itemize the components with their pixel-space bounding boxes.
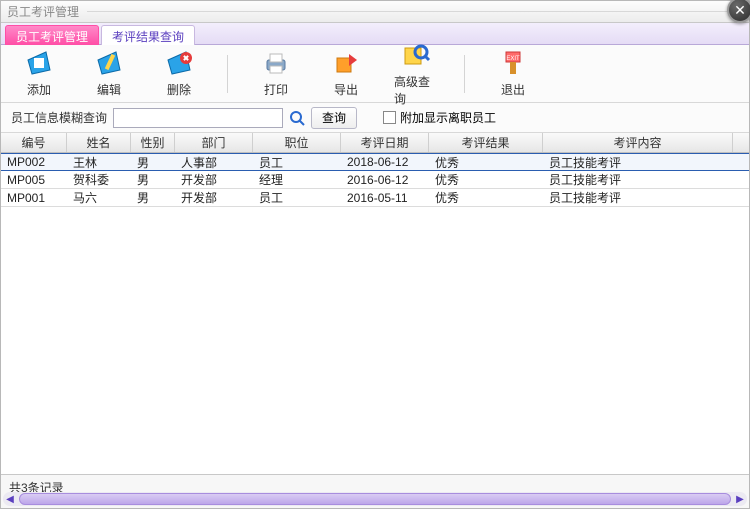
print-button[interactable]: 打印 <box>254 49 298 98</box>
edit-button[interactable]: 编辑 <box>87 49 131 98</box>
print-icon <box>260 49 292 77</box>
exit-icon: EXIT <box>497 49 529 77</box>
export-button[interactable]: 导出 <box>324 49 368 98</box>
tab-employee-evaluation[interactable]: 员工考评管理 <box>5 25 99 45</box>
data-grid: 编号 姓名 性别 部门 职位 考评日期 考评结果 考评内容 MP002王林男人事… <box>1 133 749 207</box>
cell-dept: 开发部 <box>175 171 253 188</box>
search-icon <box>289 110 305 126</box>
close-button[interactable]: ✕ <box>727 0 750 23</box>
grid-body: MP002王林男人事部员工2018-06-12优秀员工技能考评MP005贺科委男… <box>1 153 749 207</box>
edit-label: 编辑 <box>97 81 121 98</box>
col-id[interactable]: 编号 <box>1 133 67 152</box>
col-date[interactable]: 考评日期 <box>341 133 429 152</box>
col-gender[interactable]: 性别 <box>131 133 175 152</box>
cell-result: 优秀 <box>429 189 543 206</box>
col-dept[interactable]: 部门 <box>175 133 253 152</box>
cell-content: 员工技能考评 <box>543 154 733 170</box>
export-icon <box>330 49 362 77</box>
tab-label: 员工考评管理 <box>16 28 88 45</box>
delete-icon <box>163 49 195 77</box>
advanced-query-icon <box>400 41 432 69</box>
query-button-label: 查询 <box>322 109 346 126</box>
add-button[interactable]: 添加 <box>17 49 61 98</box>
titlebar-divider <box>87 11 743 12</box>
cell-dept: 人事部 <box>175 154 253 170</box>
cell-title: 经理 <box>253 171 341 188</box>
cell-result: 优秀 <box>429 171 543 188</box>
add-icon <box>23 49 55 77</box>
close-icon: ✕ <box>734 2 746 19</box>
cell-id: MP001 <box>1 189 67 206</box>
scrollbar-thumb[interactable] <box>19 493 731 505</box>
delete-label: 删除 <box>167 81 191 98</box>
show-resigned-checkbox[interactable]: 附加显示离职员工 <box>383 109 496 126</box>
col-content[interactable]: 考评内容 <box>543 133 733 152</box>
col-name[interactable]: 姓名 <box>67 133 131 152</box>
cell-id: MP002 <box>1 154 67 170</box>
cell-gender: 男 <box>131 171 175 188</box>
table-row[interactable]: MP005贺科委男开发部经理2016-06-12优秀员工技能考评 <box>1 171 749 189</box>
toolbar: 添加 编辑 删除 打印 导出 高级查询 EXIT 退出 <box>1 45 749 103</box>
cell-date: 2016-06-12 <box>341 171 429 188</box>
add-label: 添加 <box>27 81 51 98</box>
cell-date: 2018-06-12 <box>341 154 429 170</box>
cell-content: 员工技能考评 <box>543 171 733 188</box>
cell-content: 员工技能考评 <box>543 189 733 206</box>
cell-name: 马六 <box>67 189 131 206</box>
edit-icon <box>93 49 125 77</box>
search-input[interactable] <box>113 108 283 128</box>
status-bar: 共3条记录 ◀ ▶ <box>1 474 749 508</box>
toolbar-separator <box>227 55 228 93</box>
cell-date: 2016-05-11 <box>341 189 429 206</box>
cell-gender: 男 <box>131 154 175 170</box>
cell-title: 员工 <box>253 154 341 170</box>
advanced-query-button[interactable]: 高级查询 <box>394 41 438 107</box>
toolbar-separator <box>464 55 465 93</box>
advanced-query-label: 高级查询 <box>394 73 438 107</box>
cell-title: 员工 <box>253 189 341 206</box>
tab-result-query[interactable]: 考评结果查询 <box>101 25 195 45</box>
tab-label: 考评结果查询 <box>112 28 184 45</box>
query-button[interactable]: 查询 <box>311 107 357 129</box>
exit-label: 退出 <box>501 81 525 98</box>
horizontal-scrollbar[interactable]: ◀ ▶ <box>3 492 747 506</box>
table-row[interactable]: MP001马六男开发部员工2016-05-11优秀员工技能考评 <box>1 189 749 207</box>
search-label: 员工信息模糊查询 <box>11 109 107 126</box>
cell-name: 贺科委 <box>67 171 131 188</box>
exit-button[interactable]: EXIT 退出 <box>491 49 535 98</box>
grid-header: 编号 姓名 性别 部门 职位 考评日期 考评结果 考评内容 <box>1 133 749 153</box>
checkbox-label: 附加显示离职员工 <box>400 109 496 126</box>
print-label: 打印 <box>264 81 288 98</box>
cell-id: MP005 <box>1 171 67 188</box>
app-window: 员工考评管理 ✕ 员工考评管理 考评结果查询 添加 编辑 删除 打印 导出 <box>0 0 750 509</box>
titlebar: 员工考评管理 <box>1 1 749 23</box>
svg-text:EXIT: EXIT <box>506 56 520 62</box>
col-result[interactable]: 考评结果 <box>429 133 543 152</box>
delete-button[interactable]: 删除 <box>157 49 201 98</box>
table-row[interactable]: MP002王林男人事部员工2018-06-12优秀员工技能考评 <box>1 153 749 171</box>
col-title[interactable]: 职位 <box>253 133 341 152</box>
checkbox-icon <box>383 111 396 124</box>
cell-result: 优秀 <box>429 154 543 170</box>
cell-gender: 男 <box>131 189 175 206</box>
window-title: 员工考评管理 <box>7 3 79 20</box>
search-bar: 员工信息模糊查询 查询 附加显示离职员工 <box>1 103 749 133</box>
scroll-right-icon[interactable]: ▶ <box>733 492 747 506</box>
tab-strip: 员工考评管理 考评结果查询 <box>1 23 749 45</box>
cell-name: 王林 <box>67 154 131 170</box>
scroll-left-icon[interactable]: ◀ <box>3 492 17 506</box>
export-label: 导出 <box>334 81 358 98</box>
cell-dept: 开发部 <box>175 189 253 206</box>
